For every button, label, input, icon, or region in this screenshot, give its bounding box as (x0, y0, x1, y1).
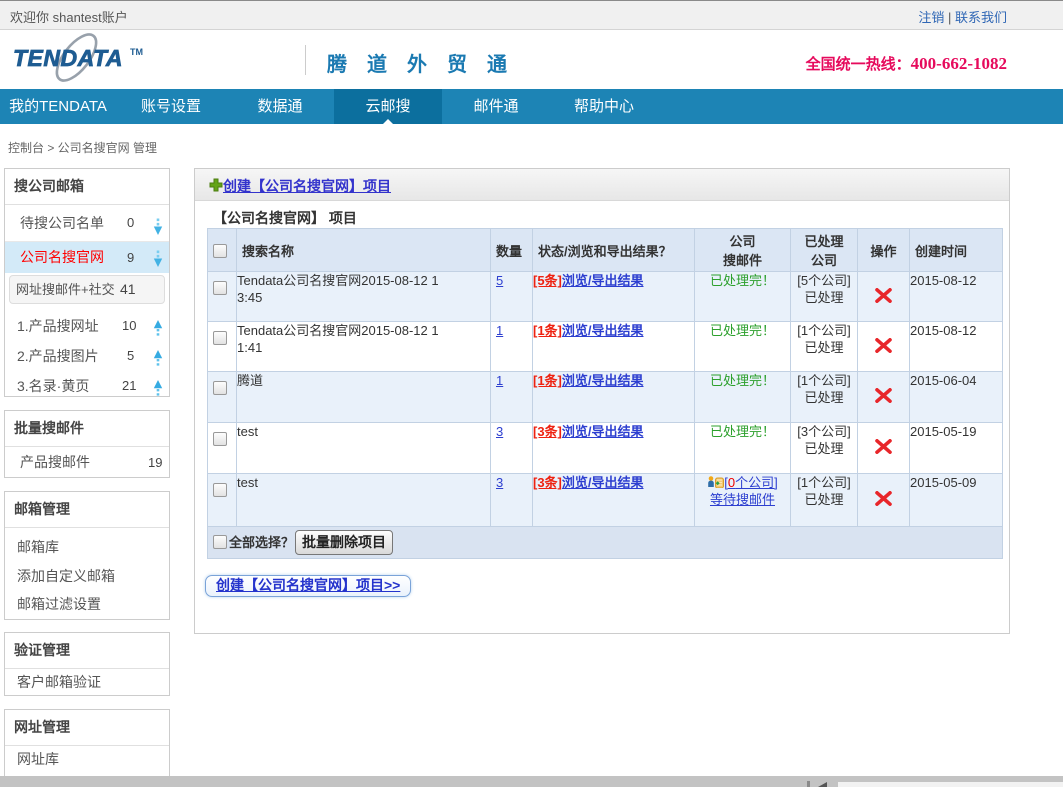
svg-text:TENDATA: TENDATA (13, 45, 123, 71)
svg-text:TM: TM (130, 47, 143, 57)
